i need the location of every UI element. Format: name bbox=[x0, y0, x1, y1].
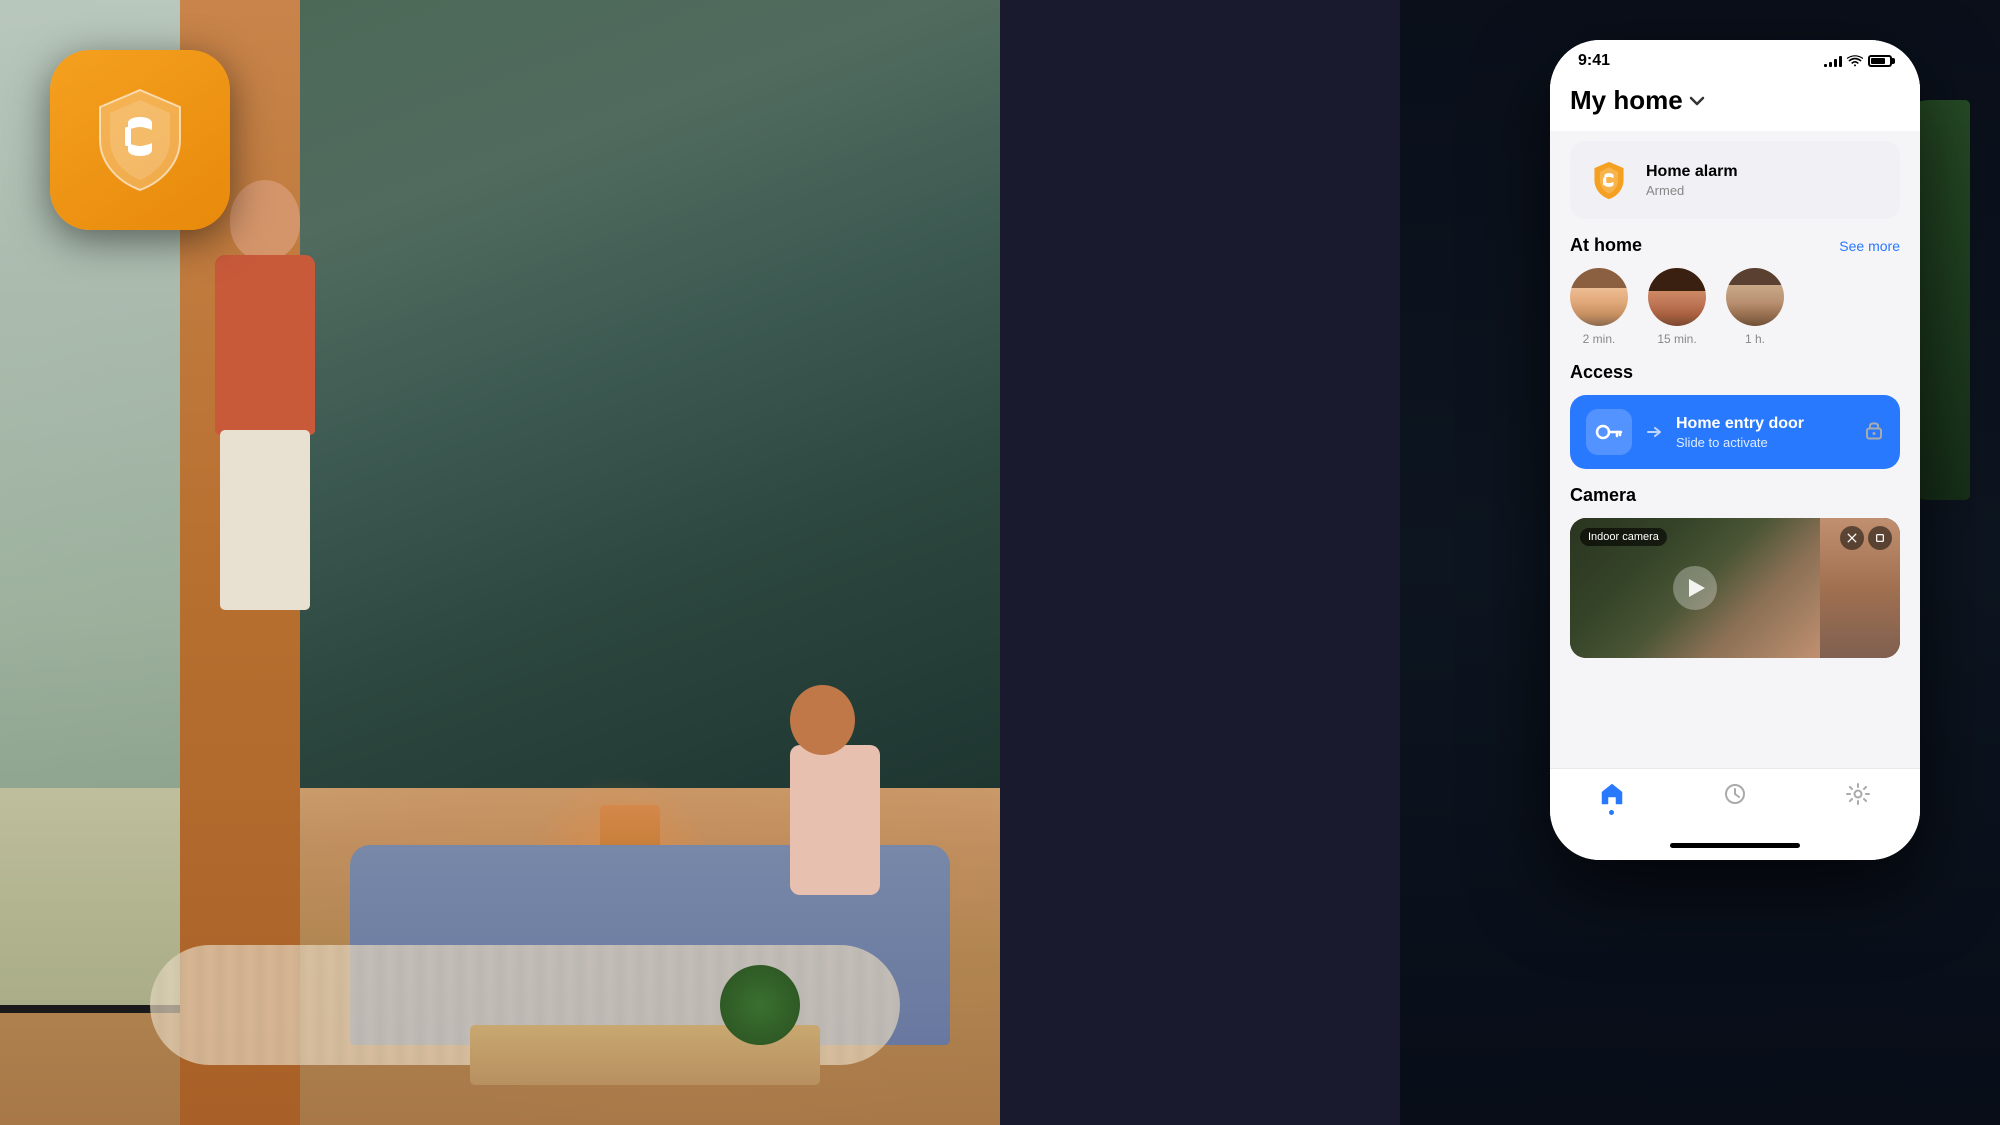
home-title-row[interactable]: My home bbox=[1570, 85, 1900, 116]
app-icon bbox=[50, 50, 230, 230]
camera-section-header: Camera bbox=[1570, 485, 1900, 506]
access-card[interactable]: Home entry door Slide to activate bbox=[1570, 395, 1900, 469]
home-nav-icon bbox=[1599, 781, 1625, 807]
camera-inner: Indoor camera bbox=[1570, 518, 1900, 658]
alarm-title: Home alarm bbox=[1646, 163, 1738, 181]
nav-history[interactable] bbox=[1722, 781, 1748, 815]
history-nav-icon bbox=[1722, 781, 1748, 807]
avatar-item-2[interactable]: 15 min. bbox=[1648, 268, 1706, 346]
home-title: My home bbox=[1570, 85, 1683, 116]
slide-arrow-icon bbox=[1646, 425, 1666, 439]
avatar-time-3: 1 h. bbox=[1745, 332, 1765, 346]
status-bar: 9:41 bbox=[1550, 40, 1920, 75]
camera-controls bbox=[1840, 526, 1892, 550]
avatar-1 bbox=[1570, 268, 1628, 326]
wifi-icon bbox=[1847, 55, 1863, 67]
chevron-down-icon[interactable] bbox=[1689, 96, 1705, 106]
camera-preview[interactable]: Indoor camera bbox=[1570, 518, 1900, 658]
app-shield-icon bbox=[85, 85, 195, 195]
avatar-time-2: 15 min. bbox=[1657, 332, 1696, 346]
avatars-row: 2 min. 15 min. 1 h. bbox=[1570, 268, 1900, 346]
status-icons bbox=[1824, 55, 1892, 67]
man-figure bbox=[200, 180, 330, 630]
avatar-2 bbox=[1648, 268, 1706, 326]
signal-bar-4 bbox=[1839, 56, 1842, 67]
camera-label: Indoor camera bbox=[1580, 528, 1667, 546]
play-button[interactable] bbox=[1673, 566, 1717, 610]
alarm-shield-icon bbox=[1589, 160, 1629, 200]
phone-mockup: 9:41 My home bbox=[1550, 40, 1920, 860]
status-time: 9:41 bbox=[1578, 52, 1610, 70]
avatar-3 bbox=[1726, 268, 1784, 326]
expand-button[interactable] bbox=[1868, 526, 1892, 550]
woman-figure bbox=[790, 685, 880, 895]
access-section-header: Access bbox=[1570, 362, 1900, 383]
nav-home[interactable] bbox=[1599, 781, 1625, 815]
alarm-card[interactable]: Home alarm Armed bbox=[1570, 141, 1900, 219]
nav-settings[interactable] bbox=[1845, 781, 1871, 815]
avatar-time-1: 2 min. bbox=[1583, 332, 1616, 346]
avatar-item-1[interactable]: 2 min. bbox=[1570, 268, 1628, 346]
camera-title: Camera bbox=[1570, 485, 1636, 506]
at-home-section-header: At home See more bbox=[1570, 235, 1900, 256]
plant-left bbox=[720, 965, 800, 1045]
at-home-title: At home bbox=[1570, 235, 1642, 256]
access-door-title: Home entry door bbox=[1676, 415, 1804, 433]
access-text: Home entry door Slide to activate bbox=[1676, 415, 1804, 450]
signal-bar-2 bbox=[1829, 62, 1832, 67]
signal-bar-3 bbox=[1834, 59, 1837, 67]
mute-button[interactable] bbox=[1840, 526, 1864, 550]
see-more-link[interactable]: See more bbox=[1839, 238, 1900, 254]
access-title: Access bbox=[1570, 362, 1633, 383]
play-triangle-icon bbox=[1689, 579, 1705, 597]
avatar-item-3[interactable]: 1 h. bbox=[1726, 268, 1784, 346]
settings-nav-icon bbox=[1845, 781, 1871, 807]
access-door-sub: Slide to activate bbox=[1676, 435, 1804, 450]
signal-bars bbox=[1824, 55, 1842, 67]
battery-icon bbox=[1868, 55, 1892, 67]
access-slide-area[interactable]: Home entry door Slide to activate bbox=[1646, 415, 1884, 450]
phone-content[interactable]: My home Home alarm Armed bbox=[1550, 75, 1920, 768]
lock-icon bbox=[1864, 419, 1884, 446]
alarm-text: Home alarm Armed bbox=[1646, 163, 1738, 198]
alarm-status: Armed bbox=[1646, 183, 1738, 198]
phone-header: My home bbox=[1550, 75, 1920, 131]
camera-side-view bbox=[1820, 518, 1900, 658]
home-nav-dot bbox=[1609, 810, 1614, 815]
phone-nav bbox=[1550, 768, 1920, 835]
camera-main[interactable]: Indoor camera bbox=[1570, 518, 1820, 658]
home-bar-line bbox=[1670, 843, 1800, 848]
access-icon-wrap bbox=[1586, 409, 1632, 455]
phone-home-bar bbox=[1550, 835, 1920, 860]
signal-bar-1 bbox=[1824, 64, 1827, 67]
door-key-icon bbox=[1595, 420, 1623, 444]
alarm-icon-wrap bbox=[1586, 157, 1632, 203]
